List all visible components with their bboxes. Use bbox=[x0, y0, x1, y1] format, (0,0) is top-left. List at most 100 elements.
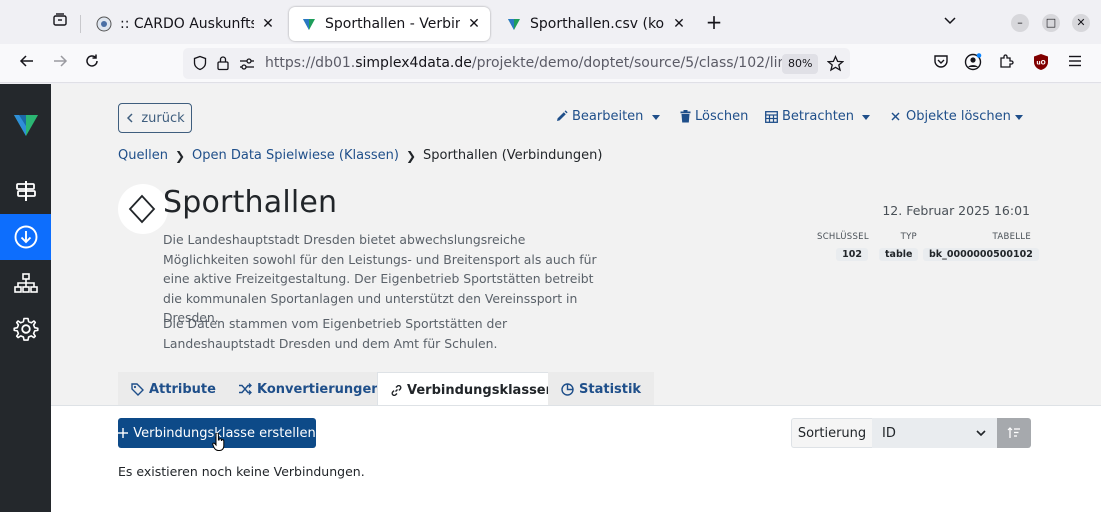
breadcrumb-item-class[interactable]: Open Data Spielwiese (Klassen) bbox=[192, 148, 399, 163]
modified-date: 12. Februar 2025 16:01 bbox=[882, 203, 1030, 218]
class-type-badge bbox=[118, 184, 168, 234]
empty-state-message: Es existieren noch keine Verbindungen. bbox=[118, 464, 365, 479]
back-button-label: zurück bbox=[141, 110, 185, 126]
url-text[interactable]: https://db01.simplex4data.de/projekte/de… bbox=[265, 55, 799, 71]
tab-content-panel: Verbindungsklasse erstellen Sortierung I… bbox=[51, 405, 1101, 512]
minimize-window-icon[interactable]: – bbox=[1011, 14, 1029, 32]
meta-type-label: TYP bbox=[900, 232, 917, 242]
sort-select-value: ID bbox=[882, 425, 896, 441]
tab-title: Sporthallen.csv (komplett bbox=[530, 16, 665, 32]
chevron-left-icon bbox=[127, 113, 133, 123]
reload-icon[interactable] bbox=[82, 53, 102, 73]
edit-button-label: Bearbeiten bbox=[572, 109, 644, 124]
browser-tab-csv[interactable]: Sporthallen.csv (komplett ✕ bbox=[494, 7, 695, 41]
meta-key-value: 102 bbox=[836, 248, 868, 261]
back-arrow-icon[interactable] bbox=[17, 53, 37, 73]
delete-objects-dropdown-caret-icon[interactable] bbox=[1015, 115, 1023, 120]
meta-table: TABELLE bk_0000000500102 bbox=[923, 232, 1039, 261]
browser-tab-cardo[interactable]: :: CARDO Auskunftssyster ✕ bbox=[84, 7, 284, 41]
sidebar-item-signpost[interactable] bbox=[0, 168, 51, 214]
extensions-puzzle-icon[interactable] bbox=[996, 53, 1016, 73]
gear-icon bbox=[12, 317, 39, 341]
hamburger-menu-icon[interactable] bbox=[1065, 53, 1085, 73]
svg-text:uO: uO bbox=[1036, 60, 1045, 67]
breadcrumb-item-current: Sporthallen (Verbindungen) bbox=[423, 148, 603, 163]
close-tab-icon[interactable]: ✕ bbox=[260, 16, 276, 32]
sort-select[interactable]: ID bbox=[872, 418, 997, 448]
url-bar[interactable]: https://db01.simplex4data.de/projekte/de… bbox=[183, 48, 850, 79]
simplex-favicon-icon bbox=[303, 19, 315, 30]
account-icon[interactable] bbox=[963, 53, 983, 73]
view-dropdown-caret-icon[interactable] bbox=[862, 115, 870, 120]
trash-icon bbox=[680, 110, 691, 123]
sidebar-item-settings[interactable] bbox=[0, 306, 51, 352]
tab-conversions[interactable]: Konvertierungen bbox=[225, 372, 394, 406]
new-tab-icon[interactable]: + bbox=[704, 12, 724, 32]
tab-attribute[interactable]: Attribute bbox=[118, 372, 229, 406]
tab-statistics[interactable]: Statistik bbox=[548, 372, 655, 406]
breadcrumb-item-sources[interactable]: Quellen bbox=[118, 148, 168, 163]
view-button[interactable]: Betrachten bbox=[765, 109, 854, 124]
sidebar-item-structure[interactable] bbox=[0, 260, 51, 306]
meta-key-label: SCHLÜSSEL bbox=[817, 232, 869, 242]
pencil-icon bbox=[557, 110, 568, 121]
close-tab-icon[interactable]: ✕ bbox=[466, 16, 482, 32]
sitemap-icon bbox=[13, 273, 38, 293]
meta-key: SCHLÜSSEL 102 bbox=[817, 232, 869, 261]
pie-chart-icon bbox=[561, 382, 574, 396]
meta-table-label: TABELLE bbox=[992, 232, 1031, 242]
download-circle-icon bbox=[14, 225, 37, 249]
browser-tab-sporthallen[interactable]: Sporthallen - Verbindung ✕ bbox=[289, 7, 490, 41]
sort-descending-icon bbox=[1007, 427, 1020, 438]
description-paragraph-1: Die Landeshauptstadt Dresden bietet abwe… bbox=[163, 232, 597, 325]
back-button[interactable]: zurück bbox=[118, 103, 192, 133]
mouse-hand-cursor-icon bbox=[212, 433, 225, 451]
pocket-icon[interactable] bbox=[931, 53, 951, 73]
view-button-label: Betrachten bbox=[782, 109, 855, 124]
tab-overview-icon[interactable] bbox=[50, 12, 70, 32]
url-prefix: https://db01. bbox=[265, 55, 356, 71]
delete-button-label: Löschen bbox=[695, 109, 749, 124]
app-sidebar bbox=[0, 84, 51, 512]
tab-list-chevron-icon[interactable] bbox=[940, 12, 960, 32]
table-icon bbox=[765, 110, 778, 123]
shuffle-icon bbox=[239, 383, 252, 395]
cardo-favicon-icon bbox=[96, 16, 112, 32]
delete-objects-button-label: Objekte löschen bbox=[906, 109, 1011, 124]
breadcrumb: Quellen ❯ Open Data Spielwiese (Klassen)… bbox=[118, 148, 602, 163]
ublock-origin-icon[interactable]: uO bbox=[1031, 53, 1051, 73]
delete-button[interactable]: Löschen bbox=[680, 109, 748, 124]
main-content: zurück Bearbeiten Löschen Betrachten Obj… bbox=[51, 84, 1101, 512]
url-path: /projekte/demo/doptet/source/5/class/102… bbox=[471, 55, 800, 71]
edit-dropdown-caret-icon[interactable] bbox=[652, 115, 660, 120]
tab-statistics-label: Statistik bbox=[579, 381, 642, 397]
tag-icon bbox=[131, 382, 144, 396]
forward-arrow-icon[interactable] bbox=[50, 53, 70, 73]
meta-type-value: table bbox=[879, 248, 919, 261]
permissions-icon[interactable] bbox=[239, 56, 255, 75]
tab-link-classes-label: Verbindungsklassen bbox=[407, 383, 555, 398]
tab-title: :: CARDO Auskunftssyster bbox=[120, 16, 254, 32]
edit-button[interactable]: Bearbeiten bbox=[555, 109, 643, 124]
diamond-icon bbox=[128, 194, 156, 224]
maximize-window-icon[interactable]: □ bbox=[1042, 14, 1060, 32]
close-tab-icon[interactable]: ✕ bbox=[671, 16, 687, 32]
link-icon bbox=[391, 385, 402, 396]
sidebar-item-import[interactable] bbox=[0, 214, 51, 260]
browser-tab-bar: :: CARDO Auskunftssyster ✕ Sporthallen -… bbox=[0, 0, 1101, 44]
meta-table-value: bk_0000000500102 bbox=[923, 248, 1039, 261]
zoom-level-badge[interactable]: 80% bbox=[782, 54, 819, 74]
close-window-icon[interactable]: ✕ bbox=[1072, 14, 1090, 32]
meta-type: TYP table bbox=[879, 232, 919, 261]
plus-icon bbox=[118, 428, 129, 438]
sort-label: Sortierung bbox=[791, 418, 872, 448]
page-title: Sporthallen bbox=[163, 185, 338, 220]
tab-link-classes[interactable]: Verbindungsklassen bbox=[377, 372, 569, 408]
bookmark-star-icon[interactable] bbox=[826, 55, 845, 76]
chevron-right-icon: ❯ bbox=[174, 148, 185, 163]
app-logo-icon[interactable] bbox=[13, 112, 39, 138]
delete-objects-button[interactable]: Objekte löschen bbox=[891, 109, 1011, 124]
lock-icon[interactable] bbox=[216, 55, 230, 75]
sort-direction-button[interactable] bbox=[997, 418, 1031, 448]
tracking-shield-icon[interactable] bbox=[192, 55, 208, 75]
